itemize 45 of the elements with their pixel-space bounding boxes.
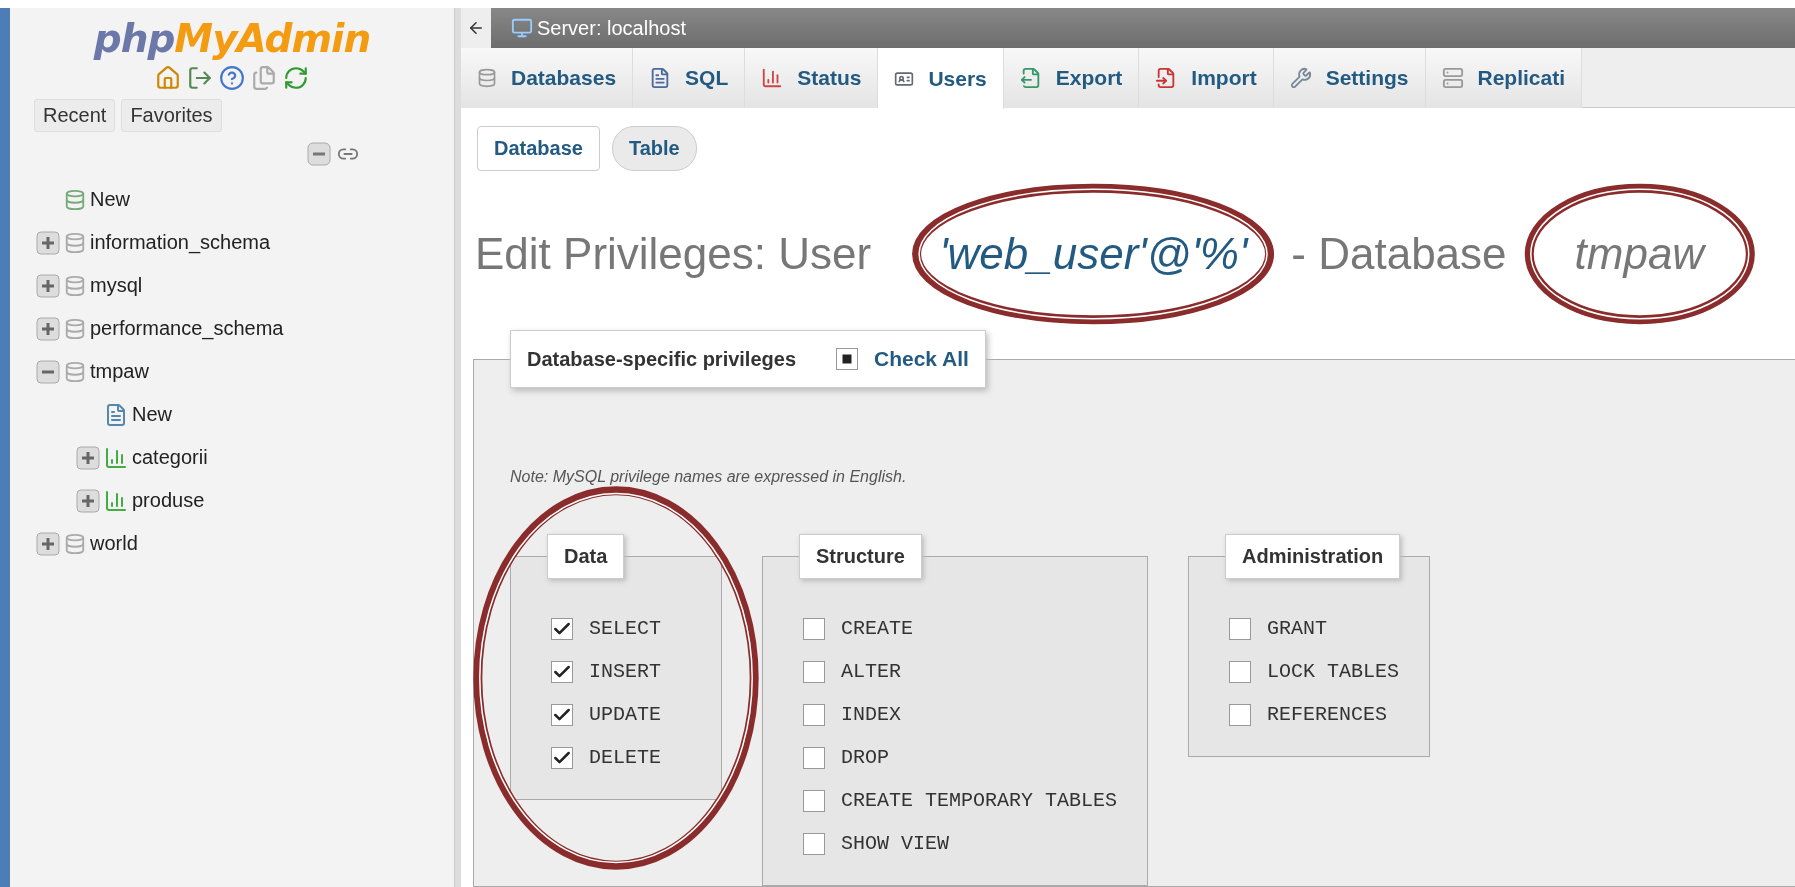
nav-tab[interactable]: Status bbox=[745, 48, 879, 108]
tree-item[interactable]: New bbox=[132, 403, 172, 426]
privilege-label: GRANT bbox=[1267, 617, 1328, 640]
nav-tab[interactable]: Export bbox=[1003, 48, 1140, 108]
nav-tab[interactable]: SQL bbox=[633, 48, 746, 108]
privilege-label: UPDATE bbox=[589, 703, 661, 726]
tree-item[interactable]: information_schema bbox=[90, 231, 271, 254]
privilege-label: CREATE TEMPORARY TABLES bbox=[841, 789, 1118, 812]
tree-item[interactable]: produse bbox=[132, 489, 205, 512]
tree-item[interactable]: performance_schema bbox=[90, 317, 284, 340]
check-all-link[interactable]: Check All bbox=[836, 347, 969, 371]
privilege-label: DELETE bbox=[589, 746, 661, 769]
privilege-label: SHOW VIEW bbox=[841, 832, 950, 855]
privilege-label: ALTER bbox=[841, 660, 901, 683]
legend-text: Database-specific privileges bbox=[527, 347, 796, 371]
privilege-label: INSERT bbox=[589, 660, 661, 683]
group-legend: Structure bbox=[799, 534, 922, 579]
privilege-label: SELECT bbox=[589, 617, 661, 640]
privilege-label: LOCK TABLES bbox=[1267, 660, 1400, 683]
tree-item[interactable]: tmpaw bbox=[90, 360, 149, 383]
nav-tab[interactable]: Settings bbox=[1273, 48, 1426, 108]
tree-item[interactable]: world bbox=[90, 532, 138, 555]
privilege-label: CREATE bbox=[841, 617, 913, 640]
group-legend: Administration bbox=[1225, 534, 1401, 579]
nav-tab[interactable]: Replicati bbox=[1425, 48, 1583, 108]
tree-item[interactable]: mysql bbox=[90, 274, 143, 297]
sidebar-tab[interactable]: Favorites bbox=[121, 99, 222, 132]
nav-tab[interactable]: Users bbox=[878, 48, 1004, 109]
privilege-label: DROP bbox=[841, 746, 889, 769]
nav-tab[interactable]: Databases bbox=[461, 48, 634, 108]
page-title: - Database bbox=[1291, 229, 1507, 279]
breadcrumb[interactable]: Server: localhost bbox=[537, 16, 686, 40]
privilege-label: REFERENCES bbox=[1267, 703, 1388, 726]
sub-tab[interactable]: Table bbox=[611, 126, 697, 171]
nav-tab[interactable]: Import bbox=[1139, 48, 1274, 108]
privilege-label: INDEX bbox=[841, 703, 901, 726]
note-text: Note: MySQL privilege names are expressed in English. bbox=[510, 468, 907, 485]
group-legend: Data bbox=[547, 534, 625, 579]
sub-tab[interactable]: Database bbox=[477, 126, 600, 171]
database-name: tmpaw bbox=[1574, 229, 1705, 278]
tree-item[interactable]: categorii bbox=[132, 446, 208, 469]
page-title: Edit Privileges: User bbox=[475, 229, 872, 279]
logo[interactable]: phpMyAdmin bbox=[93, 16, 371, 61]
sidebar-tab[interactable]: Recent bbox=[34, 99, 116, 132]
tree-item[interactable]: New bbox=[90, 188, 130, 211]
